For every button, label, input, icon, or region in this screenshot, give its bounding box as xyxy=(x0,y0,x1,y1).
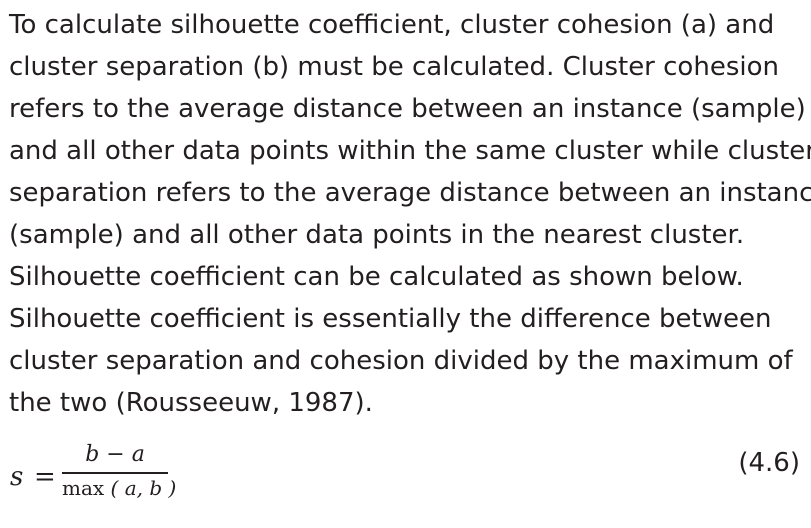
paragraph-line: cluster separation and cohesion divided … xyxy=(9,346,793,376)
paragraph-line: Silhouette coefficient is essentially th… xyxy=(9,304,772,334)
equation-lhs: s xyxy=(10,462,24,492)
paragraph-line: separation refers to the average distanc… xyxy=(9,178,811,208)
body-paragraph: To calculate silhouette coefficient, clu… xyxy=(9,4,811,424)
paragraph-line: Silhouette coefficient can be calculated… xyxy=(9,262,744,292)
paragraph-line: To calculate silhouette coefficient, clu… xyxy=(9,10,775,40)
paragraph-line: refers to the average distance between a… xyxy=(9,94,806,124)
paragraph-line: the two (Rousseeuw, 1987). xyxy=(9,388,373,418)
fraction-denominator: max ( a, b ) xyxy=(62,476,176,500)
document-page: To calculate silhouette coefficient, clu… xyxy=(0,0,811,528)
max-arguments: ( a, b ) xyxy=(110,476,177,500)
max-function: max xyxy=(62,476,105,500)
equals-sign: = xyxy=(34,462,56,492)
paragraph-line: cluster separation (b) must be calculate… xyxy=(9,52,779,82)
paragraph-line: and all other data points within the sam… xyxy=(9,136,811,166)
equation-number: (4.6) xyxy=(738,448,800,478)
fraction-bar xyxy=(62,472,168,474)
fraction-numerator: b − a xyxy=(85,442,145,467)
equation-fraction: b − a max ( a, b ) xyxy=(62,442,176,512)
paragraph-line: (sample) and all other data points in th… xyxy=(9,220,745,250)
silhouette-equation: s = b − a max ( a, b ) (4.6) xyxy=(10,440,800,520)
